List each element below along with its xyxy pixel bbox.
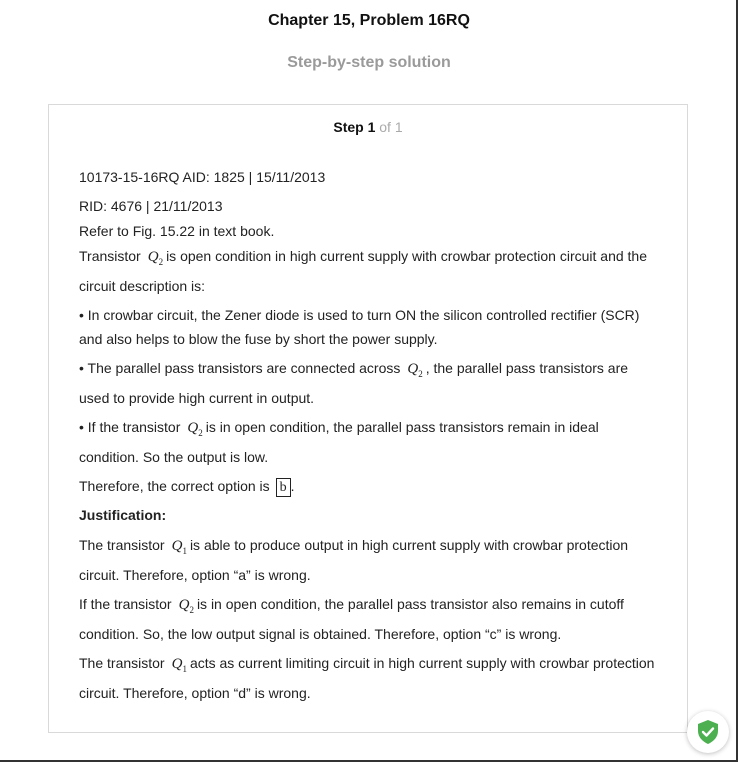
symbol-q2: Q2 [407,361,423,379]
intro-paragraph: Transistor Q2 is open condition in high cu… [79,248,647,294]
rid-line: RID: 4676 | 21/11/2013 [79,198,223,214]
step-count: of 1 [379,119,403,135]
justification-d: The transistor Q1 acts as current limiting… [79,655,655,701]
symbol-q1: Q1 [171,656,187,674]
aid-line: 10173-15-16RQ AID: 1825 | 15/11/2013 [79,169,326,185]
step-label: Step 1 [333,119,376,135]
justification-a: The transistor Q1 is able to produce outpu… [79,537,629,583]
symbol-q1: Q1 [171,538,187,556]
symbol-q2: Q2 [187,420,203,438]
step-header: Step 1 of 1 [49,119,687,135]
solution-card: Step 1 of 1 10173-15-16RQ AID: 1825 | 15… [48,104,688,733]
bullet-parallel-pass: • The parallel pass transistors are conn… [79,360,629,406]
bullet-crowbar: • In crowbar circuit, the Zener diode is… [79,307,640,347]
refer-line: Refer to Fig. 15.22 in text book. [79,223,275,239]
bullet-open-condition: • If the transistor Q2 is in open conditio… [79,419,599,465]
page-title: Chapter 15, Problem 16RQ [268,12,470,29]
security-badge[interactable] [687,711,729,753]
symbol-q2: Q2 [147,249,164,267]
page-subtitle: Step-by-step solution [287,54,451,71]
shield-check-icon [698,720,718,744]
solution-body: 10173-15-16RQ AID: 1825 | 15/11/2013 RID… [79,165,659,710]
justification-c: If the transistor Q2 is in open condition,… [79,596,624,642]
symbol-q2: Q2 [178,597,194,615]
answer-line: Therefore, the correct option is b. [79,477,295,497]
justification-heading: Justification: [79,507,167,523]
answer-box: b [275,477,291,497]
